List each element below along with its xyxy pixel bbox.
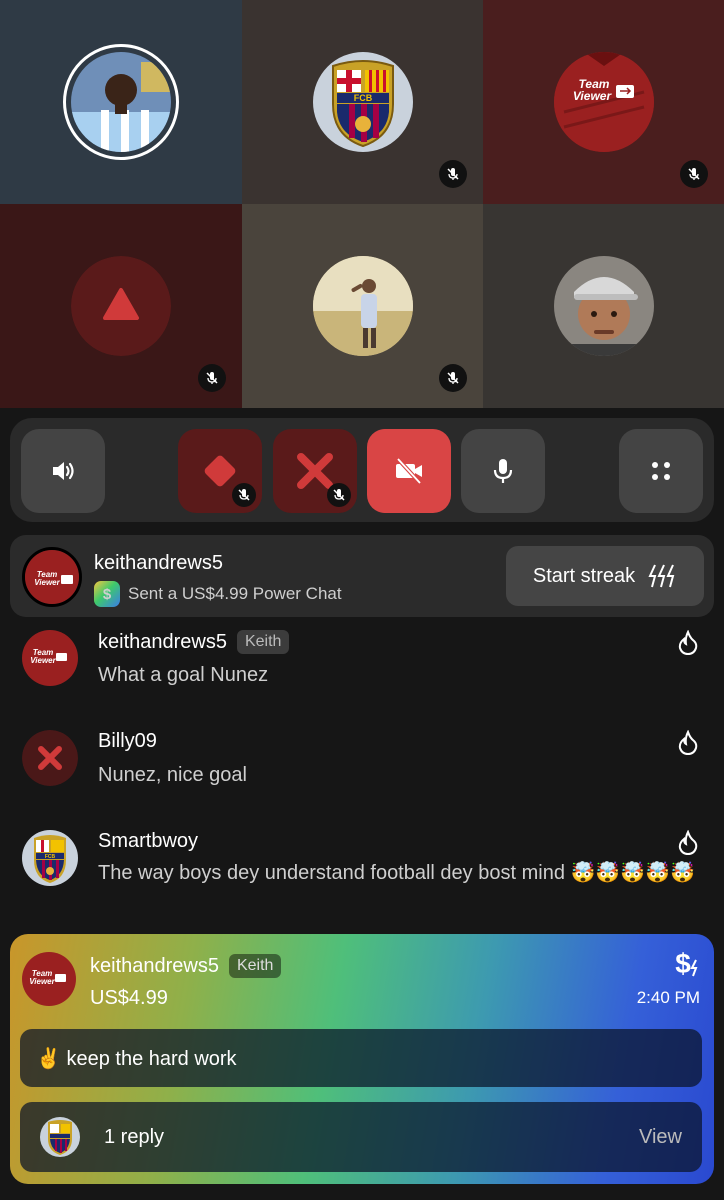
fire-reaction-icon[interactable] <box>676 730 700 756</box>
speaker-icon <box>53 462 74 480</box>
speaker-button[interactable] <box>21 429 105 513</box>
avatar <box>312 256 413 356</box>
svg-text:FCB: FCB <box>45 854 56 860</box>
svg-text:FCB: FCB <box>353 93 372 103</box>
chat-message[interactable]: Billy09 Nunez, nice goal <box>0 730 724 800</box>
message-username: keithandrews5 <box>98 630 227 653</box>
camera-toggle-button[interactable] <box>367 429 451 513</box>
banner-username: keithandrews5 <box>94 552 223 574</box>
start-streak-button[interactable]: Start streak <box>506 546 704 606</box>
avatar: FCB <box>312 52 413 152</box>
mic-off-icon <box>232 483 256 507</box>
avatar: Team Viewer <box>553 52 654 152</box>
avatar: Team Viewer <box>22 547 82 607</box>
svg-text:Viewer: Viewer <box>572 89 612 103</box>
avatar <box>553 256 654 356</box>
message-text: Nunez, nice goal <box>98 764 247 786</box>
avatar: Team Viewer <box>22 630 78 686</box>
message-username: Smartbwoy <box>98 830 199 852</box>
participant-tile-1[interactable] <box>0 0 242 204</box>
message-username: Billy09 <box>98 730 157 752</box>
message-header: Billy09 <box>98 730 157 753</box>
power-chat-username: keithandrews5 <box>90 954 219 977</box>
participant-tile-3[interactable]: Team Viewer <box>483 0 724 204</box>
call-controls <box>10 418 714 522</box>
power-chat-header: keithandrews5 Keith <box>90 954 282 978</box>
fire-reaction-icon[interactable] <box>676 830 700 856</box>
avatar <box>22 730 78 786</box>
power-chat-amount: US$4.99 <box>90 987 168 1009</box>
power-chat-dollar-icon: $ <box>675 948 698 979</box>
microphone-button[interactable] <box>461 429 545 513</box>
participant-tile-5[interactable] <box>242 204 483 408</box>
lightning-icon <box>648 564 675 588</box>
banner-subtitle: $ Sent a US$4.99 Power Chat <box>94 581 342 607</box>
message-header: keithandrews5 Keith <box>98 630 290 654</box>
svg-text:Viewer: Viewer <box>29 977 55 986</box>
power-chat-card[interactable]: Team Viewer keithandrews5 Keith US$4.99 … <box>10 934 714 1184</box>
chat-message[interactable]: Team Viewer keithandrews5 Keith What a g… <box>0 630 724 700</box>
video-grid: FCB Team Viewer <box>0 0 724 408</box>
svg-text:Viewer: Viewer <box>34 578 60 587</box>
participant-tile-6[interactable] <box>483 204 724 408</box>
banner-subtitle-text: Sent a US$4.99 Power Chat <box>128 584 342 603</box>
mic-off-icon <box>439 364 467 392</box>
mic-off-icon <box>439 160 467 188</box>
reply-row[interactable]: 1 reply View <box>20 1102 702 1172</box>
avatar <box>71 52 171 152</box>
more-options-button[interactable] <box>619 429 703 513</box>
fire-reaction-icon[interactable] <box>676 630 700 656</box>
message-text: The way boys dey understand football dey… <box>98 862 696 884</box>
participant-tile-4[interactable] <box>0 204 242 408</box>
power-chat-banner[interactable]: Team Viewer keithandrews5 $ Sent a US$4.… <box>10 535 714 617</box>
power-chat-message: ✌️ keep the hard work <box>20 1029 702 1087</box>
svg-text:Viewer: Viewer <box>30 656 56 665</box>
user-tag: Keith <box>236 630 290 654</box>
grid-dots-icon <box>652 462 670 480</box>
view-replies-button[interactable]: View <box>639 1126 682 1149</box>
user-tag: Keith <box>228 954 282 978</box>
participant-tile-2[interactable]: FCB <box>242 0 483 204</box>
avatar: FCB <box>22 830 78 886</box>
microphone-icon <box>493 459 513 483</box>
reaction-diamond-button[interactable] <box>178 429 262 513</box>
avatar: Team Viewer <box>22 952 76 1006</box>
message-header: Smartbwoy <box>98 830 198 853</box>
mic-off-icon <box>198 364 226 392</box>
mic-off-icon <box>680 160 708 188</box>
reply-count: 1 reply <box>104 1126 165 1148</box>
avatar <box>40 1117 80 1157</box>
power-chat-dollar-icon: $ <box>94 581 120 607</box>
speaking-ring <box>63 44 179 160</box>
chat-message[interactable]: FCB Smartbwoy The way boys dey understan… <box>0 830 724 920</box>
svg-text:$: $ <box>675 948 691 979</box>
start-streak-label: Start streak <box>532 564 636 587</box>
reaction-x-button[interactable] <box>273 429 357 513</box>
video-off-icon <box>396 457 422 485</box>
avatar <box>71 256 171 356</box>
power-chat-time: 2:40 PM <box>636 988 700 1007</box>
message-text: What a goal Nunez <box>98 664 269 686</box>
mic-off-icon <box>327 483 351 507</box>
